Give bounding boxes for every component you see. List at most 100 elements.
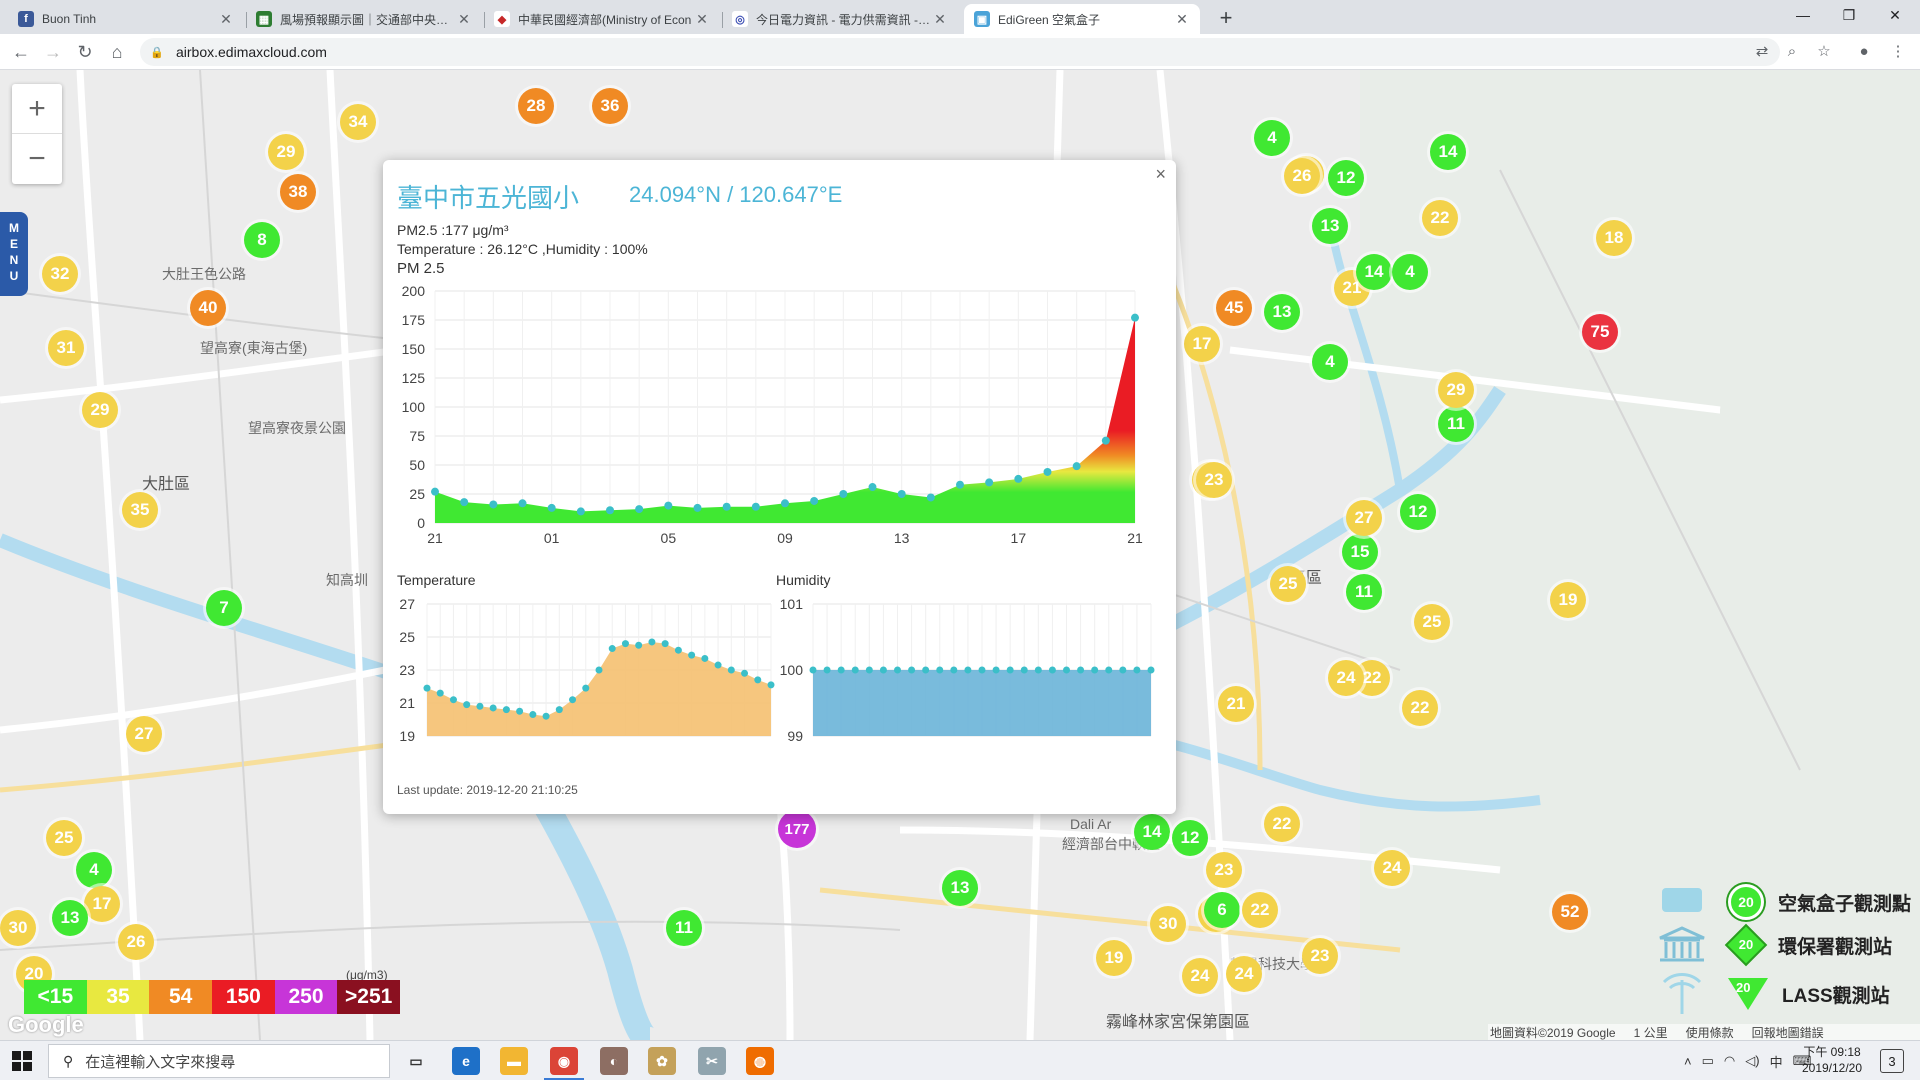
airbox-marker[interactable]: 12: [1400, 494, 1436, 530]
new-tab-button[interactable]: +: [1212, 4, 1240, 32]
zoom-out-button[interactable]: −: [12, 134, 62, 184]
airbox-marker[interactable]: 13: [942, 870, 978, 906]
tab-ministry-economic[interactable]: ◆ 中華民國經濟部(Ministry of Econ ✕: [484, 4, 720, 34]
airbox-marker[interactable]: 34: [340, 104, 376, 140]
airbox-marker[interactable]: 19: [1096, 940, 1132, 976]
restore-button[interactable]: ❐: [1826, 0, 1872, 30]
airbox-marker[interactable]: 6: [1204, 892, 1240, 928]
chevron-up-icon[interactable]: ˄: [1684, 1054, 1692, 1069]
airbox-marker[interactable]: 30: [1150, 906, 1186, 942]
airbox-marker[interactable]: 38: [280, 174, 316, 210]
airbox-marker[interactable]: 18: [1596, 220, 1632, 256]
tab-buon-tinh[interactable]: f Buon Tinh ✕: [8, 4, 244, 34]
translate-icon[interactable]: ⇄: [1750, 40, 1774, 64]
kebab-menu-icon[interactable]: ⋮: [1886, 40, 1910, 64]
app-icon-3[interactable]: ✂: [698, 1047, 726, 1075]
wifi-icon[interactable]: ◠: [1724, 1053, 1735, 1069]
input-language[interactable]: 中: [1770, 1052, 1783, 1071]
tab-close-icon[interactable]: ✕: [694, 11, 710, 28]
file-explorer-icon[interactable]: ▬: [500, 1047, 528, 1075]
forward-arrow-icon[interactable]: →: [40, 39, 66, 65]
airbox-marker[interactable]: 11: [666, 910, 702, 946]
tab-close-icon[interactable]: ✕: [932, 11, 948, 28]
airbox-marker[interactable]: 29: [82, 392, 118, 428]
airbox-marker[interactable]: 75: [1582, 314, 1618, 350]
bookmark-star-icon[interactable]: ☆: [1812, 40, 1836, 64]
airbox-marker[interactable]: 24: [1374, 850, 1410, 886]
tab-wind-forecast[interactable]: ▦ 風場預報顯示圖｜交通部中央氣象 ✕: [246, 4, 482, 34]
airbox-marker[interactable]: 22: [1422, 200, 1458, 236]
airbox-marker[interactable]: 25: [46, 820, 82, 856]
airbox-marker[interactable]: 22: [1242, 892, 1278, 928]
airbox-marker[interactable]: 27: [126, 716, 162, 752]
airbox-marker[interactable]: 26: [118, 924, 154, 960]
airbox-marker[interactable]: 11: [1438, 406, 1474, 442]
app-icon-4[interactable]: ◍: [746, 1047, 774, 1075]
airbox-marker[interactable]: 13: [1312, 208, 1348, 244]
airbox-marker[interactable]: 14: [1430, 134, 1466, 170]
tab-edigreen[interactable]: ▣ EdiGreen 空氣盒子 ✕: [964, 4, 1200, 34]
airbox-marker[interactable]: 22: [1264, 806, 1300, 842]
menu-toggle-button[interactable]: M E N U: [0, 212, 28, 296]
airbox-marker[interactable]: 19: [1550, 582, 1586, 618]
airbox-marker[interactable]: 13: [52, 900, 88, 936]
task-view-icon[interactable]: ▭: [402, 1047, 430, 1075]
airbox-marker[interactable]: 40: [190, 290, 226, 326]
airbox-marker[interactable]: 36: [592, 88, 628, 124]
report-error-link[interactable]: 回報地圖錯誤: [1752, 1024, 1824, 1040]
zoom-icon[interactable]: ⌕: [1780, 40, 1804, 64]
home-icon[interactable]: ⌂: [104, 39, 130, 65]
battery-icon[interactable]: ▭: [1702, 1053, 1714, 1069]
airbox-marker[interactable]: 4: [76, 852, 112, 888]
airbox-marker[interactable]: 23: [1302, 938, 1338, 974]
back-arrow-icon[interactable]: ←: [8, 39, 34, 65]
close-window-button[interactable]: ✕: [1872, 0, 1918, 30]
airbox-marker[interactable]: 17: [84, 886, 120, 922]
airbox-marker[interactable]: 177: [778, 810, 816, 848]
airbox-marker[interactable]: 23: [1196, 462, 1232, 498]
airbox-marker[interactable]: 22: [1402, 690, 1438, 726]
notification-icon[interactable]: 3: [1880, 1049, 1904, 1073]
reload-icon[interactable]: ↻: [72, 39, 98, 65]
airbox-marker[interactable]: 17: [1184, 326, 1220, 362]
airbox-marker[interactable]: 12: [1172, 820, 1208, 856]
airbox-marker[interactable]: 4: [1254, 120, 1290, 156]
taskbar-clock[interactable]: 下午 09:18 2019/12/20: [1796, 1044, 1868, 1076]
chrome-icon[interactable]: ◉: [544, 1047, 584, 1080]
airbox-marker[interactable]: 23: [1206, 852, 1242, 888]
airbox-marker[interactable]: 29: [1438, 372, 1474, 408]
airbox-marker[interactable]: 31: [48, 330, 84, 366]
airbox-marker[interactable]: 45: [1216, 290, 1252, 326]
tab-power-info[interactable]: ◎ 今日電力資訊 - 電力供需資訊 - 臺 ✕: [722, 4, 958, 34]
windows-start-icon[interactable]: [12, 1051, 32, 1071]
zoom-in-button[interactable]: +: [12, 84, 62, 134]
airbox-marker[interactable]: 24: [1328, 660, 1364, 696]
airbox-marker[interactable]: 8: [244, 222, 280, 258]
terms-link[interactable]: 使用條款: [1686, 1024, 1734, 1040]
airbox-marker[interactable]: 7: [206, 590, 242, 626]
airbox-marker[interactable]: 30: [0, 910, 36, 946]
airbox-marker[interactable]: 28: [518, 88, 554, 124]
airbox-marker[interactable]: 4: [1392, 254, 1428, 290]
airbox-marker[interactable]: 29: [268, 134, 304, 170]
airbox-marker[interactable]: 14: [1356, 254, 1392, 290]
app-icon-1[interactable]: ◐: [600, 1047, 628, 1075]
airbox-marker[interactable]: 52: [1552, 894, 1588, 930]
address-bar[interactable]: 🔒 airbox.edimaxcloud.com: [140, 38, 1780, 66]
app-icon-2[interactable]: ✿: [648, 1047, 676, 1075]
minimize-button[interactable]: —: [1780, 0, 1826, 30]
taskbar-search-input[interactable]: ⚲ 在這裡輸入文字來搜尋: [48, 1044, 390, 1078]
profile-icon[interactable]: ●: [1852, 40, 1876, 64]
airbox-marker[interactable]: 35: [122, 492, 158, 528]
airbox-marker[interactable]: 32: [42, 256, 78, 292]
tab-close-icon[interactable]: ✕: [1174, 11, 1190, 28]
airbox-marker[interactable]: 11: [1346, 574, 1382, 610]
tab-close-icon[interactable]: ✕: [456, 11, 472, 28]
volume-icon[interactable]: ◁): [1745, 1053, 1759, 1069]
airbox-marker[interactable]: 15: [1342, 534, 1378, 570]
airbox-marker[interactable]: 4: [1312, 344, 1348, 380]
edge-icon[interactable]: e: [452, 1047, 480, 1075]
airbox-marker[interactable]: 21: [1218, 686, 1254, 722]
airbox-marker[interactable]: 25: [1270, 566, 1306, 602]
airbox-marker[interactable]: 25: [1414, 604, 1450, 640]
